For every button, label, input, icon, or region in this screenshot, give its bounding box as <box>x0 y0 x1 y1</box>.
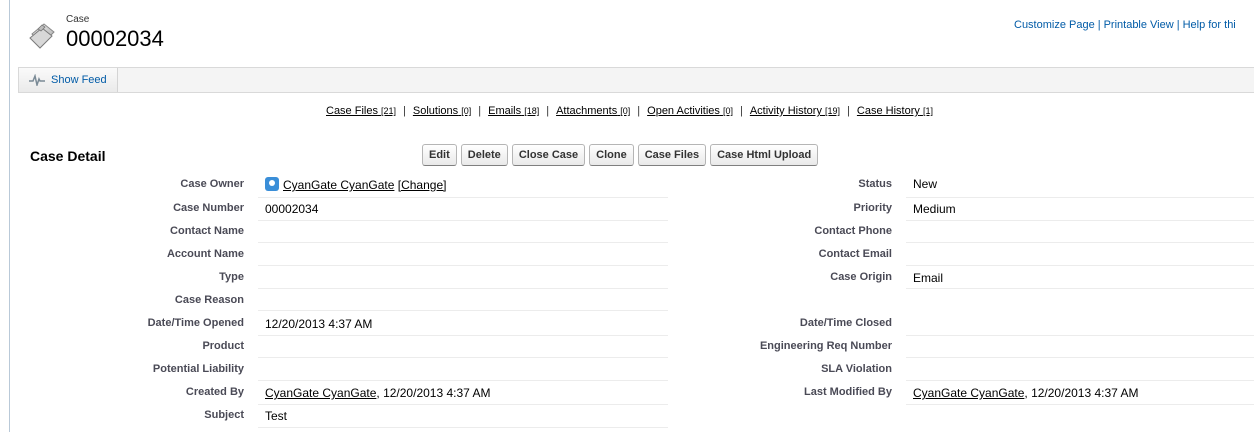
clone-button[interactable]: Clone <box>589 144 634 166</box>
field-label-date-opened: Date/Time Opened <box>147 317 244 329</box>
row-divider <box>906 404 1254 405</box>
field-value-status: New <box>913 177 938 191</box>
row-divider <box>906 242 1254 243</box>
row-divider <box>906 197 1254 198</box>
field-label-status: Status <box>858 178 892 190</box>
related-link-case-history[interactable]: Case History [1] <box>857 105 933 117</box>
row-divider <box>906 220 1254 221</box>
feed-toolbar: Show Feed <box>18 67 1254 93</box>
printable-view-link[interactable]: Printable View <box>1104 19 1174 31</box>
case-briefcase-icon <box>29 23 55 49</box>
case-files-button[interactable]: Case Files <box>637 144 707 166</box>
field-label-account-name: Account Name <box>166 248 244 260</box>
detail-button-bar: Edit Delete Close Case Clone Case Files … <box>422 144 819 166</box>
row-divider <box>258 427 668 428</box>
row-divider <box>906 357 1254 358</box>
field-value-priority: Medium <box>913 202 956 216</box>
help-link[interactable]: Help for thi <box>1183 19 1236 31</box>
section-title: Case Detail <box>30 148 106 164</box>
row-divider <box>906 288 1254 289</box>
field-label-priority: Priority <box>853 202 892 214</box>
row-divider <box>258 265 668 266</box>
field-label-contact-email: Contact Email <box>818 248 892 260</box>
delete-button[interactable]: Delete <box>460 144 508 166</box>
row-divider <box>906 380 1254 381</box>
change-owner-link[interactable]: [Change] <box>398 178 447 192</box>
row-divider <box>258 310 668 311</box>
field-label-created-by: Created By <box>185 386 244 398</box>
related-link-emails[interactable]: Emails [18] <box>488 105 539 117</box>
field-value-case-origin: Email <box>913 271 944 285</box>
edit-button[interactable]: Edit <box>422 144 457 166</box>
field-label-case-reason: Case Reason <box>174 294 244 306</box>
field-value-case-number: 00002034 <box>265 202 319 216</box>
field-label-type: Type <box>219 271 244 283</box>
created-by-date: , 12/20/2013 4:37 AM <box>376 386 491 400</box>
row-divider <box>258 357 668 358</box>
object-type-label: Case <box>66 14 90 25</box>
close-case-button[interactable]: Close Case <box>511 144 586 166</box>
field-value-case-owner: CyanGate CyanGate [Change] <box>265 177 446 192</box>
show-feed-button[interactable]: Show Feed <box>19 68 118 92</box>
last-modified-date: , 12/20/2013 4:37 AM <box>1024 386 1139 400</box>
row-divider <box>258 220 668 221</box>
row-divider <box>258 197 668 198</box>
page-title: 00002034 <box>66 26 164 51</box>
field-label-case-owner: Case Owner <box>180 178 244 190</box>
case-html-upload-button[interactable]: Case Html Upload <box>710 144 819 166</box>
field-label-subject: Subject <box>204 409 244 421</box>
field-label-last-modified-by: Last Modified By <box>803 386 892 398</box>
field-label-engineering-req-number: Engineering Req Number <box>759 340 892 352</box>
related-link-open-activities[interactable]: Open Activities [0] <box>647 105 733 117</box>
last-modified-user-link[interactable]: CyanGate CyanGate <box>913 386 1024 400</box>
field-value-subject: Test <box>265 409 288 423</box>
field-label-contact-name: Contact Name <box>170 225 244 237</box>
row-divider <box>906 265 1254 266</box>
row-divider <box>258 404 668 405</box>
row-divider <box>258 380 668 381</box>
field-label-case-origin: Case Origin <box>830 271 892 283</box>
related-link-case-files[interactable]: Case Files [21] <box>326 105 396 117</box>
field-label-case-number: Case Number <box>173 202 244 214</box>
header-links: Customize Page | Printable View | Help for t… <box>1014 19 1236 31</box>
field-label-sla-violation: SLA Violation <box>821 363 892 375</box>
row-divider <box>258 288 668 289</box>
show-feed-label: Show Feed <box>51 74 107 86</box>
field-value-created-by: CyanGate CyanGate, 12/20/2013 4:37 AM <box>265 386 491 400</box>
related-link-attachments[interactable]: Attachments [0] <box>556 105 630 117</box>
customize-page-link[interactable]: Customize Page <box>1014 19 1095 31</box>
pulse-icon <box>29 74 45 86</box>
case-owner-link[interactable]: CyanGate CyanGate <box>283 178 394 192</box>
row-divider <box>258 242 668 243</box>
row-divider <box>258 335 668 336</box>
field-label-date-closed: Date/Time Closed <box>799 317 892 329</box>
row-divider <box>906 335 1254 336</box>
field-label-product: Product <box>202 340 244 352</box>
field-label-potential-liability: Potential Liability <box>152 363 244 375</box>
related-list-links: Case Files [21] | Solutions [0] | Emails [18… <box>326 105 933 117</box>
user-avatar-icon <box>265 177 279 191</box>
field-value-last-modified-by: CyanGate CyanGate, 12/20/2013 4:37 AM <box>913 386 1139 400</box>
related-link-solutions[interactable]: Solutions [0] <box>413 105 471 117</box>
related-link-activity-history[interactable]: Activity History [19] <box>750 105 840 117</box>
created-by-user-link[interactable]: CyanGate CyanGate <box>265 386 376 400</box>
field-value-date-opened: 12/20/2013 4:37 AM <box>265 317 373 331</box>
field-label-contact-phone: Contact Phone <box>814 225 892 237</box>
